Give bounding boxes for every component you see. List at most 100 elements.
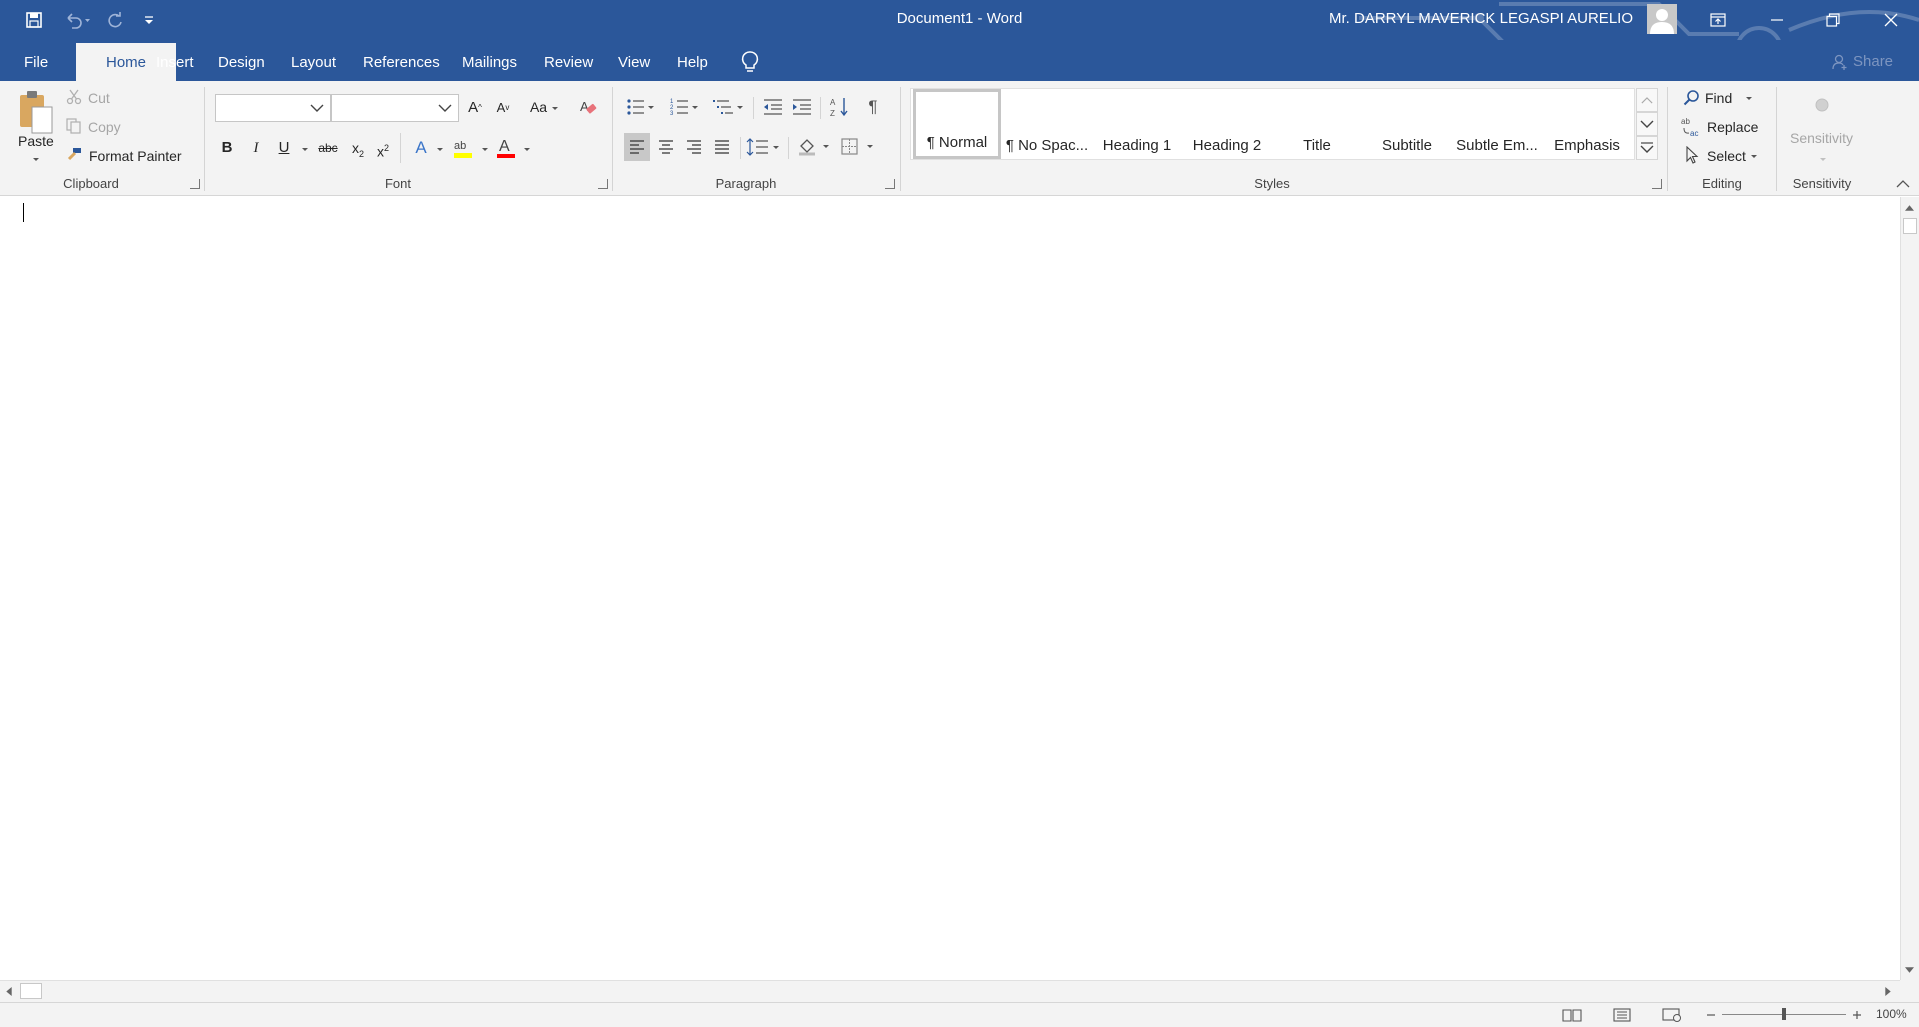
- find-button[interactable]: Find: [1705, 90, 1732, 106]
- copy-icon[interactable]: [66, 118, 82, 134]
- style-title[interactable]: Title: [1273, 89, 1361, 159]
- close-icon[interactable]: [1863, 0, 1919, 40]
- line-spacing-icon[interactable]: [746, 133, 782, 161]
- subscript-icon[interactable]: x2: [347, 136, 369, 160]
- clear-formatting-icon[interactable]: A: [578, 97, 598, 117]
- select-button[interactable]: Select: [1707, 148, 1746, 164]
- tab-references[interactable]: References: [351, 43, 452, 81]
- style-normal[interactable]: ¶ Normal: [913, 89, 1001, 159]
- align-center-icon[interactable]: [654, 133, 678, 161]
- bold-icon[interactable]: B: [216, 136, 238, 160]
- tab-file[interactable]: File: [12, 43, 60, 81]
- scroll-left-icon[interactable]: [6, 987, 12, 996]
- lightbulb-icon[interactable]: [740, 50, 760, 74]
- paste-button[interactable]: Paste: [18, 133, 54, 149]
- horizontal-scrollbar[interactable]: [0, 980, 1900, 1002]
- font-name-combo[interactable]: [215, 94, 331, 122]
- style-heading-2[interactable]: Heading 2: [1183, 89, 1271, 159]
- restore-icon[interactable]: [1805, 0, 1861, 40]
- cut-button[interactable]: Cut: [88, 90, 110, 106]
- vertical-scrollbar[interactable]: [1900, 197, 1919, 980]
- format-painter-icon[interactable]: [66, 147, 82, 163]
- gallery-scroll-down-icon[interactable]: [1636, 112, 1658, 136]
- tab-review[interactable]: Review: [532, 43, 605, 81]
- zoom-out-icon[interactable]: [1705, 1008, 1717, 1022]
- replace-button[interactable]: Replace: [1707, 119, 1758, 135]
- gallery-scroll-up-icon[interactable]: [1636, 88, 1658, 112]
- cut-icon[interactable]: [66, 89, 82, 105]
- grow-font-icon[interactable]: A ^: [466, 97, 484, 117]
- customize-qat-icon[interactable]: [132, 0, 166, 40]
- italic-icon[interactable]: I: [245, 136, 267, 160]
- collapse-ribbon-icon[interactable]: [1896, 179, 1910, 189]
- gallery-more-icon[interactable]: [1636, 136, 1658, 160]
- change-case-icon[interactable]: Aa: [527, 97, 561, 117]
- print-layout-icon[interactable]: [1612, 1008, 1632, 1022]
- underline-dropdown-icon[interactable]: [302, 148, 308, 151]
- tab-insert[interactable]: Insert: [144, 43, 206, 81]
- decrease-indent-icon[interactable]: [762, 97, 784, 117]
- sensitivity-dropdown-icon[interactable]: [1820, 158, 1826, 161]
- zoom-slider-track[interactable]: [1722, 1008, 1846, 1020]
- avatar[interactable]: [1647, 4, 1677, 34]
- copy-button[interactable]: Copy: [88, 119, 121, 135]
- text-effects-dropdown-icon[interactable]: [437, 148, 443, 151]
- style-emphasis[interactable]: Emphasis: [1543, 89, 1631, 159]
- superscript-icon[interactable]: x2: [372, 136, 394, 160]
- underline-icon[interactable]: U: [273, 136, 295, 160]
- find-icon[interactable]: [1683, 89, 1701, 107]
- align-right-icon[interactable]: [682, 133, 706, 161]
- clipboard-launcher-icon[interactable]: [190, 179, 200, 189]
- shrink-font-icon[interactable]: Av: [494, 97, 512, 117]
- web-layout-icon[interactable]: [1662, 1008, 1682, 1022]
- tab-mailings[interactable]: Mailings: [450, 43, 529, 81]
- text-effects-icon[interactable]: A: [410, 136, 432, 160]
- ribbon-display-options-icon[interactable]: [1690, 0, 1746, 40]
- font-color-dropdown-icon[interactable]: [524, 148, 530, 151]
- font-launcher-icon[interactable]: [598, 179, 608, 189]
- style-subtitle[interactable]: Subtitle: [1363, 89, 1451, 159]
- scroll-down-icon[interactable]: [1905, 967, 1914, 973]
- share-button[interactable]: Share: [1832, 53, 1893, 70]
- sensitivity-icon[interactable]: [1814, 97, 1830, 113]
- style-subtle-emphasis[interactable]: Subtle Em...: [1453, 89, 1541, 159]
- tab-design[interactable]: Design: [206, 43, 277, 81]
- read-mode-icon[interactable]: [1562, 1008, 1582, 1022]
- borders-icon[interactable]: [840, 133, 880, 161]
- numbering-icon[interactable]: 123: [670, 97, 700, 117]
- increase-indent-icon[interactable]: [791, 97, 813, 117]
- sort-icon[interactable]: AZ: [829, 96, 851, 118]
- strikethrough-icon[interactable]: abc: [315, 136, 341, 160]
- justify-icon[interactable]: [710, 133, 734, 161]
- select-dropdown-icon[interactable]: [1751, 155, 1757, 158]
- align-left-icon[interactable]: [624, 133, 650, 161]
- paste-icon[interactable]: [16, 87, 56, 137]
- user-name[interactable]: Mr. DARRYL MAVERICK LEGASPI AURELIO: [1329, 10, 1633, 27]
- tab-help[interactable]: Help: [665, 43, 720, 81]
- bullets-icon[interactable]: [626, 97, 656, 117]
- sensitivity-button[interactable]: Sensitivity: [1790, 130, 1853, 146]
- style-no-spacing[interactable]: ¶ No Spac...: [1003, 89, 1091, 159]
- minimize-icon[interactable]: [1749, 0, 1805, 40]
- paste-dropdown-icon[interactable]: [33, 158, 39, 161]
- tab-layout[interactable]: Layout: [279, 43, 348, 81]
- tab-view[interactable]: View: [606, 43, 662, 81]
- replace-icon[interactable]: ab ac: [1681, 116, 1703, 138]
- style-heading-1[interactable]: Heading 1: [1093, 89, 1181, 159]
- save-icon[interactable]: [17, 0, 51, 40]
- select-cursor-icon[interactable]: [1684, 146, 1700, 164]
- horizontal-scroll-thumb[interactable]: [20, 983, 42, 999]
- highlight-dropdown-icon[interactable]: [482, 148, 488, 151]
- document-canvas[interactable]: [0, 197, 1900, 980]
- highlight-color-icon[interactable]: ab: [452, 135, 474, 161]
- scroll-up-icon[interactable]: [1905, 205, 1914, 211]
- find-dropdown-icon[interactable]: [1746, 97, 1752, 100]
- styles-launcher-icon[interactable]: [1652, 179, 1662, 189]
- zoom-slider-thumb[interactable]: [1782, 1008, 1786, 1020]
- show-formatting-marks-icon[interactable]: ¶: [864, 96, 882, 118]
- paragraph-launcher-icon[interactable]: [885, 179, 895, 189]
- zoom-in-icon[interactable]: [1851, 1008, 1863, 1022]
- format-painter-button[interactable]: Format Painter: [89, 148, 182, 164]
- multilevel-list-icon[interactable]: [713, 97, 745, 117]
- font-size-combo[interactable]: [331, 94, 459, 122]
